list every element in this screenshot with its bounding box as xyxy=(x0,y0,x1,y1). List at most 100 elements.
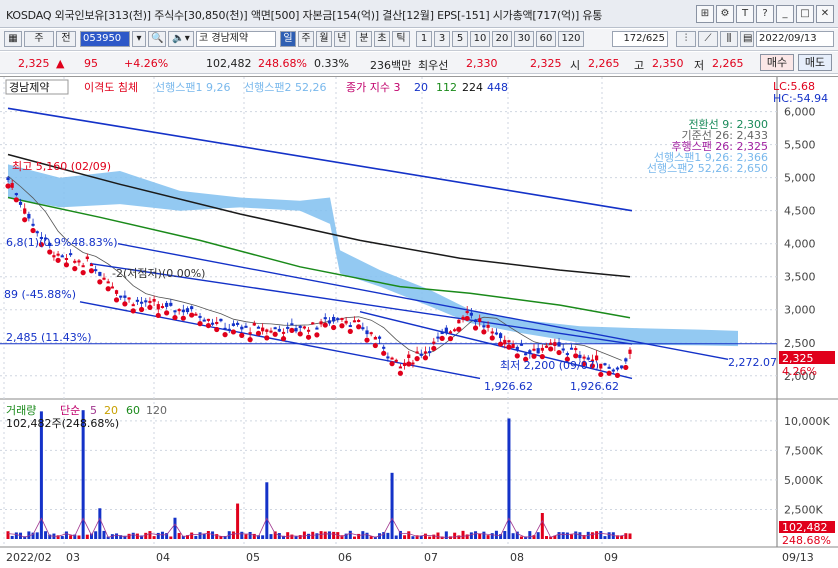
period-second[interactable]: 초 xyxy=(374,31,390,47)
candle-body xyxy=(574,348,578,351)
interval-button[interactable]: 1 xyxy=(416,31,432,47)
disparity-marker xyxy=(155,312,161,319)
period-tick[interactable]: 틱 xyxy=(392,31,410,47)
period-year[interactable]: 년 xyxy=(334,31,350,47)
legend-span1: 선행스팬1 9,26 xyxy=(155,81,230,94)
type-select[interactable]: 주 xyxy=(24,31,54,47)
interval-button[interactable]: 30 xyxy=(514,31,534,47)
candle-body xyxy=(302,326,306,329)
candle-icon[interactable]: ⫼ xyxy=(720,31,738,47)
stock-chart[interactable]: 경남제약 이격도 침체 선행스팬1 9,26 선행스팬2 52,26 종가 지수… xyxy=(0,76,838,568)
candle-body xyxy=(306,329,311,332)
disparity-marker xyxy=(331,324,337,331)
disparity-marker xyxy=(556,349,562,356)
sound-icon[interactable]: 🔈▾ xyxy=(168,31,194,47)
volume-bar xyxy=(286,532,290,539)
volume-bar xyxy=(574,531,578,539)
legend-stock: 경남제약 xyxy=(9,80,49,94)
interval-button[interactable]: 5 xyxy=(452,31,468,47)
help-icon[interactable]: ? xyxy=(756,5,774,23)
time-tick: 09 xyxy=(604,551,618,564)
volume-bar xyxy=(407,531,411,539)
candle-body xyxy=(227,328,231,331)
priority-label: 최우선 xyxy=(418,59,449,72)
candle-body xyxy=(319,321,323,325)
volume-bar xyxy=(565,532,569,539)
stock-name: 경남제약 xyxy=(211,33,249,44)
candle-body xyxy=(440,332,444,335)
candle-body xyxy=(286,326,290,329)
period-month[interactable]: 월 xyxy=(316,31,332,47)
link-icon[interactable]: ⊞ xyxy=(696,5,714,23)
disparity-marker xyxy=(339,323,345,329)
disparity-marker xyxy=(130,308,136,314)
settings-icon[interactable]: ⚙ xyxy=(716,5,734,23)
disparity-marker xyxy=(222,332,228,338)
candle-body xyxy=(64,257,69,260)
volume-bar xyxy=(444,531,448,539)
volume-bar xyxy=(202,533,206,539)
candle-body xyxy=(177,309,181,312)
volume-bar xyxy=(60,536,64,539)
candle-body xyxy=(361,327,365,330)
candle-body xyxy=(294,328,298,332)
interval-button[interactable]: 20 xyxy=(492,31,512,47)
dropdown-icon[interactable]: ▾ xyxy=(132,31,146,47)
candle-body xyxy=(252,323,256,326)
close-button[interactable]: ✕ xyxy=(816,5,834,23)
code-input[interactable]: 053950 xyxy=(80,31,130,47)
date-field[interactable]: 2022/09/13 xyxy=(756,31,834,47)
disparity-marker xyxy=(180,315,186,321)
volume-bar xyxy=(94,531,98,539)
chart-toolbar: ▦ 주 전 053950 ▾ 🔍 🔈▾ 코 경남제약 일 주 월 년 분 초 틱… xyxy=(0,29,838,51)
interval-button[interactable]: 10 xyxy=(470,31,490,47)
candle-body xyxy=(315,327,319,330)
interval-button[interactable]: 3 xyxy=(434,31,450,47)
buy-button[interactable]: 매수 xyxy=(760,54,794,71)
disparity-marker xyxy=(472,325,479,331)
volume-bar xyxy=(490,533,494,539)
price-tick: 5,000 xyxy=(784,172,816,185)
candle-body xyxy=(482,325,486,328)
disparity-marker xyxy=(506,344,512,350)
disparity-marker xyxy=(422,355,429,361)
candle-body xyxy=(210,322,215,325)
time-tick: 08 xyxy=(510,551,524,564)
period-week[interactable]: 주 xyxy=(298,31,314,47)
prev-button[interactable]: 전 xyxy=(56,31,76,47)
search-icon[interactable]: 🔍 xyxy=(148,31,166,47)
grid-icon[interactable]: ▦ xyxy=(4,31,22,47)
candle-body xyxy=(139,301,144,304)
period-day[interactable]: 일 xyxy=(280,31,296,47)
volume-bar xyxy=(269,534,273,539)
period-minute[interactable]: 분 xyxy=(356,31,372,47)
line-chart-icon[interactable]: ⟋ xyxy=(698,31,718,47)
candle-body xyxy=(498,333,503,339)
stock-name-field[interactable]: 코 경남제약 xyxy=(196,31,276,47)
maximize-button[interactable]: □ xyxy=(796,5,814,23)
sell-button[interactable]: 매도 xyxy=(798,54,832,71)
candle-body xyxy=(336,318,340,321)
up-arrow-icon: ▲ xyxy=(56,57,65,70)
bar-chart-icon[interactable]: ⫶ xyxy=(676,31,696,47)
volume-bar xyxy=(190,532,194,539)
font-icon[interactable]: T xyxy=(736,5,754,23)
interval-button[interactable]: 120 xyxy=(558,31,584,47)
candle-body xyxy=(599,363,603,369)
count-field[interactable]: 172/625 xyxy=(612,31,668,47)
candle-body xyxy=(35,231,39,234)
calendar-icon[interactable]: ▤ xyxy=(740,31,754,47)
legend-ma20: 20 xyxy=(414,81,428,94)
candle-body xyxy=(407,354,411,358)
volume-bar xyxy=(482,531,486,539)
minimize-button[interactable]: _ xyxy=(776,5,794,23)
candle-body xyxy=(60,255,64,258)
interval-button[interactable]: 60 xyxy=(536,31,556,47)
price-axis-ticks: 6,000 5,500 5,000 4,500 4,000 3,500 3,000 2,500… xyxy=(784,106,816,383)
disparity-marker xyxy=(247,337,253,343)
candle-body xyxy=(273,327,277,330)
disparity-marker xyxy=(356,324,362,330)
volume-bar xyxy=(365,532,369,539)
volume-bar xyxy=(152,536,156,539)
disparity-marker xyxy=(573,353,579,359)
